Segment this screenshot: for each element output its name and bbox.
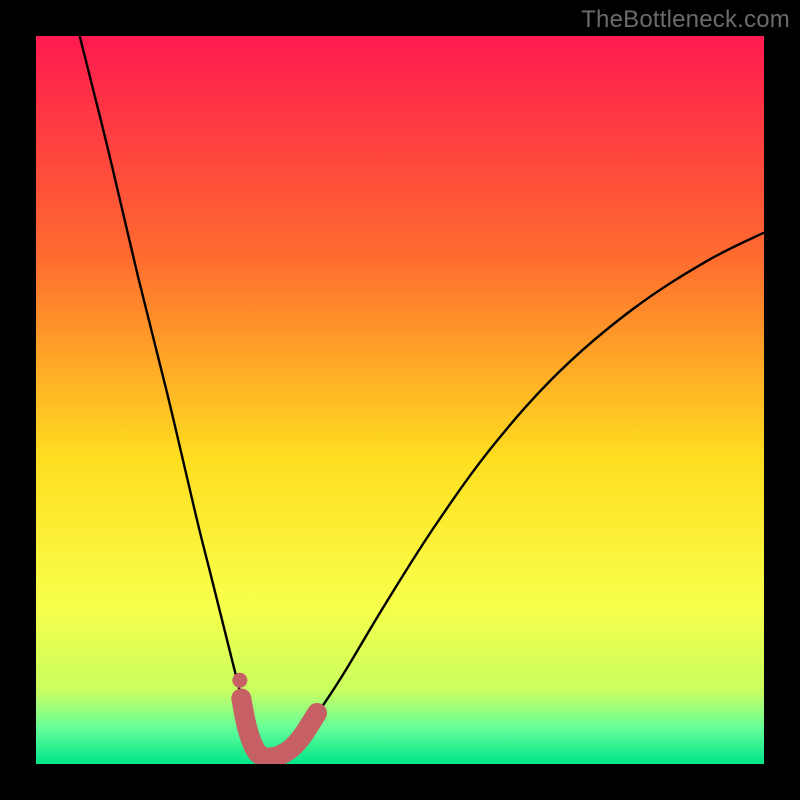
plot-svg	[36, 36, 764, 764]
gradient-bg	[36, 36, 764, 764]
plot-area	[36, 36, 764, 764]
highlight-dot	[232, 673, 247, 688]
chart-frame: TheBottleneck.com	[0, 0, 800, 800]
watermark-text: TheBottleneck.com	[581, 6, 790, 34]
